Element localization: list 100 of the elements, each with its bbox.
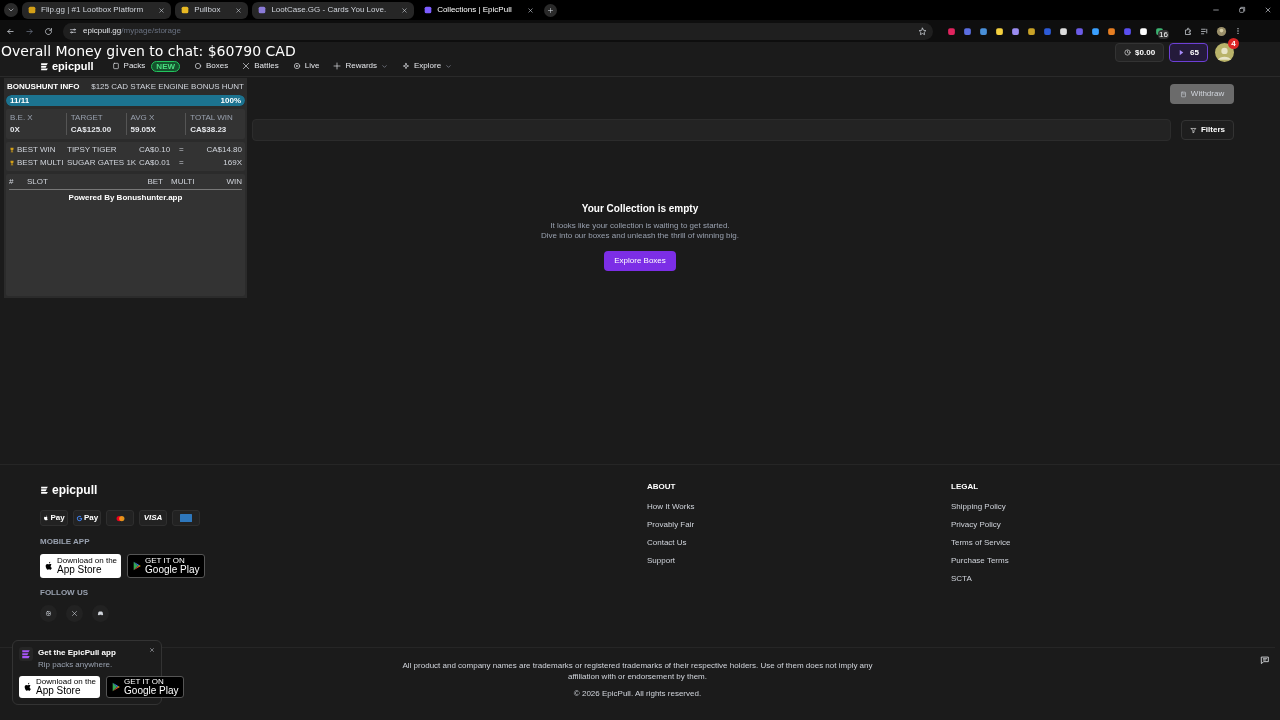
badge-small-text: GET IT ON xyxy=(145,557,186,565)
more-icon[interactable] xyxy=(1234,27,1242,35)
nav-link[interactable]: Packs xyxy=(111,60,146,72)
balance-button[interactable]: $0.00 xyxy=(1115,43,1165,62)
footer-link[interactable]: How It Works xyxy=(647,501,951,513)
logo-icon xyxy=(40,60,49,72)
address-bar[interactable]: epicpull.gg/mypage/storage xyxy=(63,22,933,40)
gem-icon xyxy=(1178,49,1186,56)
app-logo-icon xyxy=(19,647,33,661)
favicon-icon xyxy=(258,6,267,14)
close-icon[interactable] xyxy=(401,6,409,14)
footer-link[interactable]: Support xyxy=(647,555,951,567)
nav-link[interactable]: Boxes xyxy=(194,60,229,72)
apple-icon xyxy=(44,561,54,571)
google-play-badge[interactable]: GET IT ON Google Play xyxy=(127,554,205,578)
play-triangle-icon xyxy=(132,561,143,571)
best-label: BEST WIN xyxy=(17,145,56,155)
nav-icon xyxy=(333,62,342,70)
nav-icon xyxy=(402,62,410,70)
amex-icon xyxy=(180,514,192,522)
column-header: BET xyxy=(146,177,164,187)
column-header: WIN xyxy=(225,177,242,187)
stat-label: B.E. X xyxy=(10,113,34,123)
copyright-text: © 2026 EpicPull. All rights reserved. xyxy=(573,688,702,700)
instagram-icon xyxy=(45,610,52,617)
tab-list-icon[interactable] xyxy=(4,3,18,17)
profile-avatar-icon[interactable] xyxy=(1216,25,1227,37)
back-icon[interactable] xyxy=(6,26,15,36)
google-play-badge[interactable]: GET IT ON Google Play xyxy=(106,676,184,698)
logo-text: epicpull xyxy=(52,60,94,72)
url-host: epicpull.gg xyxy=(83,26,122,35)
app-store-badge[interactable]: Download on the App Store xyxy=(19,676,101,698)
nav-link[interactable]: Battles xyxy=(242,60,279,72)
panel-title: BONUSHUNT INFO xyxy=(7,82,80,92)
footer-link[interactable]: Provably Fair xyxy=(647,519,951,531)
disclaimer-text: All product and company names are trademarks or registered trademarks of their respective holders. Use of them does not imply any affiliation with or endorsement by them. xyxy=(402,660,873,682)
play-triangle-icon xyxy=(111,682,122,692)
withdraw-button[interactable]: Withdraw xyxy=(1170,84,1234,104)
column-header: SLOT xyxy=(27,177,49,187)
tab-title: Flip.gg | #1 Lootbox Platform xyxy=(41,4,145,16)
badge-store-name: Google Play xyxy=(124,686,179,696)
filters-button[interactable]: Filters xyxy=(1181,120,1234,140)
logo-icon xyxy=(40,484,49,496)
slot-name: TIPSY TIGER xyxy=(67,145,118,155)
new-tab-icon[interactable] xyxy=(543,3,557,17)
stat-value: 0X xyxy=(10,125,21,135)
favicon-icon xyxy=(28,6,36,14)
footer-link[interactable]: Privacy Policy xyxy=(951,519,1011,531)
app-store-badge[interactable]: Download on the App Store xyxy=(40,554,122,578)
nav-link[interactable]: Live xyxy=(292,60,320,72)
withdraw-icon xyxy=(1179,90,1187,98)
badge-small-text: Download on the xyxy=(57,557,118,565)
chat-icon[interactable] xyxy=(1260,655,1270,665)
empty-description: Dive into our boxes and unleash the thrill of winning big. xyxy=(541,231,739,241)
mastercard-icon xyxy=(114,514,126,522)
apple-icon xyxy=(43,515,50,521)
favicon-icon xyxy=(181,6,190,14)
empty-description: It looks like your collection is waiting to get started. xyxy=(550,221,730,231)
tab-title: LootCase.GG - Cards You Love. xyxy=(271,4,388,16)
section-heading: MOBILE APP xyxy=(40,536,91,548)
popup-title: Get the EpicPull app xyxy=(38,647,117,659)
footer-link[interactable]: Terms of Service xyxy=(951,537,1011,549)
coin-icon xyxy=(1124,49,1132,56)
avatar-icon[interactable] xyxy=(1215,43,1234,62)
progress-percent: 100% xyxy=(220,95,241,106)
x-link[interactable] xyxy=(66,605,83,622)
explore-boxes-button[interactable]: Explore Boxes xyxy=(604,251,676,271)
gems-button[interactable]: 65 xyxy=(1169,43,1208,62)
instagram-link[interactable] xyxy=(40,605,57,622)
close-icon[interactable] xyxy=(1264,6,1272,14)
footer-link[interactable]: Purchase Terms xyxy=(951,555,1011,567)
footer-link[interactable]: Contact Us xyxy=(647,537,951,549)
badge-small-text: Download on the xyxy=(36,678,97,686)
browser-tab[interactable]: Pullbox xyxy=(175,1,249,19)
browser-tab[interactable]: Flip.gg | #1 Lootbox Platform xyxy=(22,1,172,19)
puzzle-icon[interactable] xyxy=(1184,26,1193,36)
nav-link[interactable]: Rewards xyxy=(333,60,388,72)
new-badge: NEW xyxy=(151,60,181,72)
badge-store-name: App Store xyxy=(57,565,103,575)
forward-icon[interactable] xyxy=(25,26,34,36)
popup-subtitle: Rip packs anywhere. xyxy=(38,659,114,671)
close-icon[interactable] xyxy=(526,6,534,14)
google-icon xyxy=(75,514,83,522)
browser-tab[interactable]: LootCase.GG - Cards You Love. xyxy=(252,1,415,19)
reload-icon[interactable] xyxy=(44,26,53,36)
close-icon[interactable] xyxy=(149,647,155,653)
stat-label: TOTAL WIN xyxy=(190,113,234,123)
discord-icon xyxy=(97,610,104,617)
media-icon[interactable] xyxy=(1200,26,1209,36)
column-header: # xyxy=(9,177,15,187)
payment-label: Pay xyxy=(50,512,65,524)
apple-icon xyxy=(23,682,33,692)
footer-link[interactable]: SCTA xyxy=(951,573,1011,585)
close-icon[interactable] xyxy=(235,6,243,14)
nav-link[interactable]: Explore xyxy=(402,60,453,72)
star-icon[interactable] xyxy=(918,26,927,36)
discord-link[interactable] xyxy=(92,605,109,622)
close-icon[interactable] xyxy=(158,6,166,14)
footer-link[interactable]: Shipping Policy xyxy=(951,501,1011,513)
restore-icon[interactable] xyxy=(1238,6,1246,14)
